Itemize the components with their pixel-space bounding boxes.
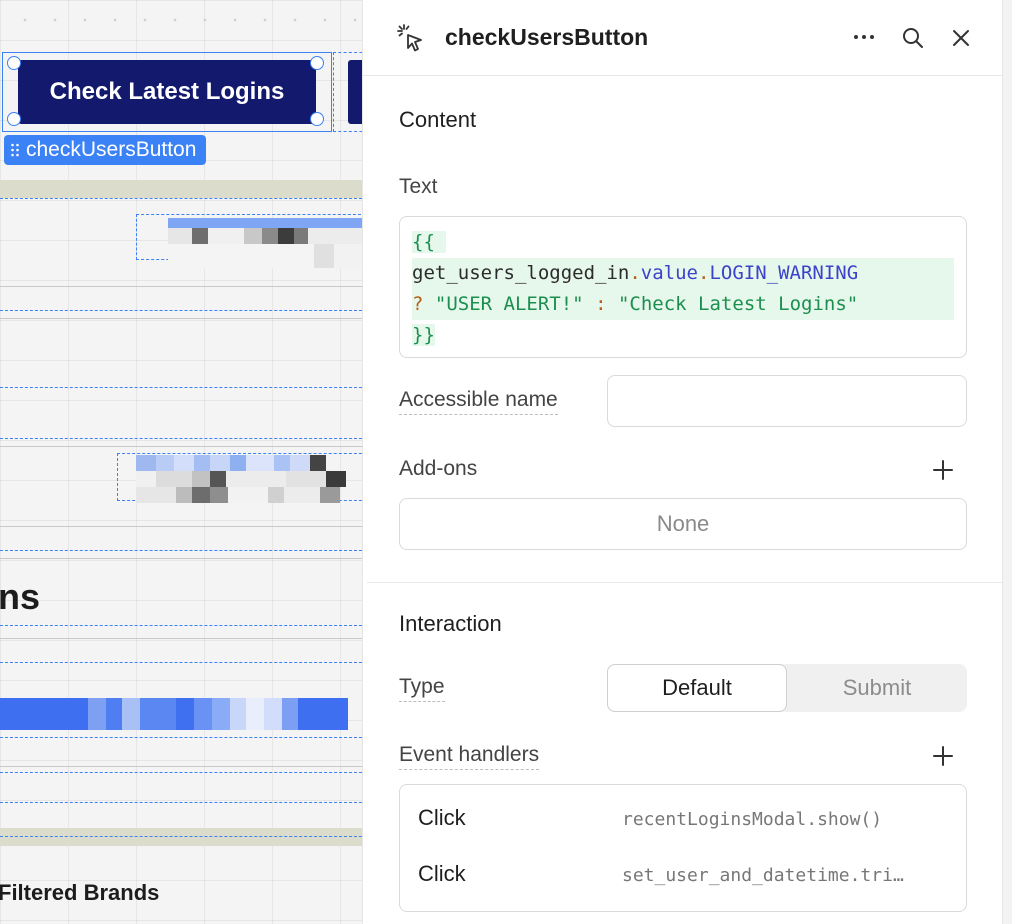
- redacted-image: [136, 455, 362, 503]
- row-divider: [0, 446, 362, 447]
- code-property-value: value: [640, 262, 698, 284]
- row-divider: [0, 526, 362, 527]
- add-event-handler-plus-icon[interactable]: [929, 742, 957, 770]
- container-header-band: [0, 180, 362, 198]
- redacted-image: [168, 218, 362, 268]
- component-outline: [0, 737, 362, 738]
- selection-outline: [2, 52, 332, 132]
- code-close-braces: }}: [412, 324, 435, 346]
- add-addon-plus-icon[interactable]: [929, 456, 957, 484]
- resize-handle-top-right[interactable]: [310, 56, 324, 70]
- component-outline: [0, 625, 362, 626]
- section-divider: [367, 582, 1003, 583]
- code-false-string: "Check Latest Logins": [617, 293, 859, 315]
- filtered-brands-heading: Filtered Brands: [0, 880, 160, 905]
- resize-handle-bottom-right[interactable]: [310, 112, 324, 126]
- type-option-default[interactable]: Default: [607, 664, 787, 712]
- content-section-title: Content: [399, 107, 477, 132]
- event-name: Click: [418, 861, 466, 886]
- code-property-warning: LOGIN_WARNING: [709, 262, 859, 284]
- accessible-name-input[interactable]: [607, 375, 967, 427]
- container-footer-band: [0, 828, 362, 846]
- panel-scrollbar-track[interactable]: [1002, 0, 1012, 924]
- component-outline: [0, 662, 362, 663]
- resize-handle-top-left[interactable]: [7, 56, 21, 70]
- more-icon[interactable]: [849, 22, 879, 52]
- search-icon[interactable]: [899, 24, 927, 52]
- event-handlers-list: Click recentLoginsModal.show() Click set…: [399, 784, 967, 912]
- component-outline: [0, 802, 362, 803]
- component-name-tag[interactable]: checkUsersButton: [4, 135, 207, 165]
- type-segmented-control: Default Submit: [607, 664, 967, 712]
- row-divider: [0, 766, 362, 767]
- addons-empty-state[interactable]: None: [399, 498, 967, 550]
- component-title: checkUsersButton: [445, 24, 649, 50]
- canvas-dot-grid: [0, 0, 362, 40]
- text-code-editor[interactable]: {{ get_users_logged_in.value.LOGIN_WARNI…: [399, 216, 967, 358]
- event-action: recentLoginsModal.show(): [622, 809, 883, 830]
- code-ternary-colon: :: [595, 293, 607, 315]
- code-open-braces: {{: [412, 231, 435, 253]
- type-option-submit[interactable]: Submit: [787, 664, 967, 712]
- row-divider: [0, 638, 362, 639]
- event-handlers-label: Event handlers: [399, 743, 540, 770]
- event-handler-row[interactable]: Click recentLoginsModal.show(): [400, 791, 966, 847]
- code-true-string: "USER ALERT!": [434, 293, 584, 315]
- inspector-header: checkUsersButton: [363, 0, 1003, 76]
- text-label: Text: [399, 175, 438, 198]
- redacted-image: [0, 698, 350, 730]
- container-outline-bottom: [0, 836, 362, 837]
- resize-handle-bottom-left[interactable]: [7, 112, 21, 126]
- row-divider: [0, 318, 362, 319]
- row-divider: [0, 286, 362, 287]
- component-outline: [0, 550, 362, 551]
- inspector-panel: checkUsersButton Content Text {{ get_use…: [362, 0, 1012, 924]
- cursor-click-icon: [397, 24, 422, 52]
- code-ternary-operator: ?: [412, 293, 424, 315]
- component-name-label: checkUsersButton: [26, 138, 197, 161]
- event-handler-row[interactable]: Click set_user_and_datetime.trigger(): [400, 847, 966, 903]
- component-outline: [0, 387, 362, 388]
- interaction-section-title: Interaction: [399, 611, 502, 636]
- component-outline: [0, 310, 362, 311]
- canvas-heading-fragment: ns: [0, 576, 41, 617]
- type-label: Type: [399, 675, 445, 702]
- close-icon[interactable]: [947, 24, 975, 52]
- event-name: Click: [418, 805, 466, 830]
- component-outline: [0, 438, 362, 439]
- accessible-name-label: Accessible name: [399, 388, 558, 415]
- event-action: set_user_and_datetime.trigger(): [622, 865, 912, 886]
- component-outline: [0, 772, 362, 773]
- drag-handle-icon[interactable]: [10, 142, 20, 158]
- code-query-name: get_users_logged_in: [412, 262, 630, 284]
- row-divider: [0, 558, 362, 559]
- addons-label: Add-ons: [399, 457, 478, 480]
- container-outline-top: [0, 198, 362, 199]
- secondary-button[interactable]: [348, 60, 362, 124]
- app-canvas[interactable]: Check Latest Logins checkUsersButton ns …: [0, 0, 362, 924]
